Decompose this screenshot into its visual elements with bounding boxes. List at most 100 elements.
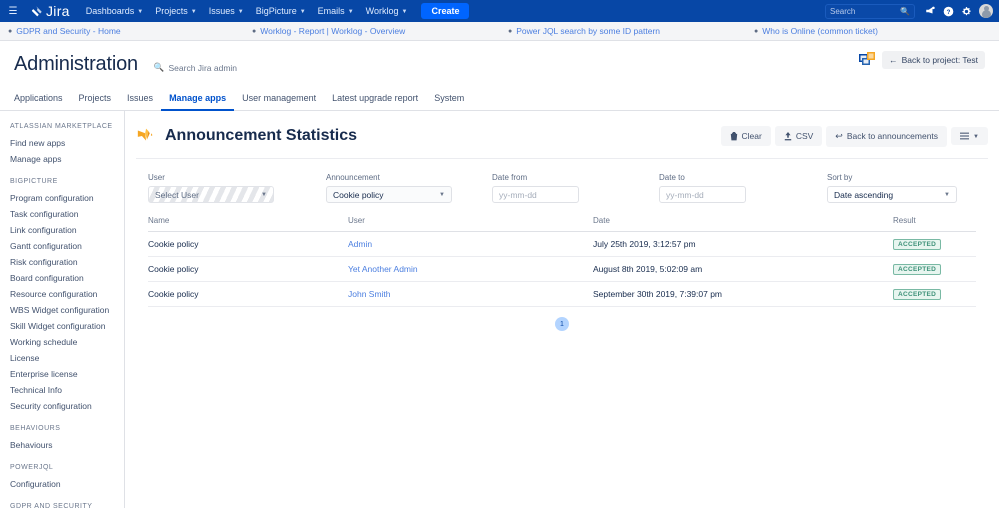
sidebar-group-title: GDPR AND SECURITY [10, 503, 93, 508]
global-search-placeholder: Search [830, 6, 856, 16]
cell-name: Cookie policy [148, 281, 348, 307]
nav-item-issues[interactable]: Issues ▼ [203, 0, 250, 22]
table-header-row: Name User Date Result [148, 216, 976, 232]
jira-logo[interactable]: Jira [30, 3, 70, 19]
chevron-down-icon: ▼ [401, 9, 408, 15]
tab-manage-apps[interactable]: Manage apps [161, 88, 235, 111]
sidebar-item-license[interactable]: License [10, 350, 124, 366]
tab-issues[interactable]: Issues [119, 88, 161, 111]
sidebar-item-board-configuration[interactable]: Board configuration [10, 270, 124, 286]
sidebar-item-skill-widget-configuration[interactable]: Skill Widget configuration [10, 318, 124, 334]
user-link[interactable]: John Smith [348, 289, 391, 299]
quick-link-gdpr-home[interactable]: ● GDPR and Security - Home [8, 26, 252, 36]
sidebar-item-risk-configuration[interactable]: Risk configuration [10, 254, 124, 270]
user-avatar[interactable] [979, 4, 993, 18]
admin-sidebar: ATLASSIAN MARKETPLACE Find new apps Mana… [0, 111, 125, 508]
administration-tabs: Applications Projects Issues Manage apps… [0, 88, 999, 111]
administration-title-row: Administration 🔍 Search Jira admin [14, 53, 985, 76]
sidebar-item-gantt-configuration[interactable]: Gantt configuration [10, 238, 124, 254]
filter-date-to-label: Date to [659, 173, 685, 182]
sort-by-select[interactable]: Date ascending ▼ [827, 186, 957, 203]
sidebar-item-configuration[interactable]: Configuration [10, 476, 124, 492]
clear-button[interactable]: Clear [720, 126, 771, 146]
tab-applications[interactable]: Applications [14, 88, 71, 111]
quick-link-label[interactable]: GDPR and Security - Home [16, 26, 120, 36]
admin-search-placeholder: Search Jira admin [168, 62, 238, 73]
quick-links-bar: ● GDPR and Security - Home ● Worklog - R… [0, 22, 999, 41]
tab-latest-upgrade-report[interactable]: Latest upgrade report [324, 88, 426, 111]
sidebar-item-program-configuration[interactable]: Program configuration [10, 190, 124, 206]
tab-user-management[interactable]: User management [234, 88, 324, 111]
statistics-table: Name User Date Result Cookie policy Admi… [148, 216, 976, 307]
cell-date: July 25th 2019, 3:12:57 pm [593, 231, 893, 257]
sidebar-item-enterprise-license[interactable]: Enterprise license [10, 366, 124, 382]
quick-link-who-is-online[interactable]: ● Who is Online (common ticket) [754, 26, 878, 36]
sidebar-item-link-configuration[interactable]: Link configuration [10, 222, 124, 238]
nav-item-emails[interactable]: Emails ▼ [312, 0, 360, 22]
tab-system[interactable]: System [426, 88, 472, 111]
user-link[interactable]: Admin [348, 239, 372, 249]
admin-search-input[interactable]: 🔍 Search Jira admin [154, 62, 237, 73]
panel-menu-button[interactable]: ▼ [951, 127, 988, 145]
sidebar-group-title: BIGPICTURE [10, 178, 58, 185]
sidebar-item-technical-info[interactable]: Technical Info [10, 382, 124, 398]
nav-item-bigpicture[interactable]: BigPicture ▼ [250, 0, 312, 22]
quick-link-label[interactable]: Who is Online (common ticket) [762, 26, 878, 36]
pagination-page-1[interactable]: 1 [555, 317, 569, 331]
sidebar-group-title: BEHAVIOURS [10, 425, 61, 432]
announcement-select[interactable]: Cookie policy ▼ [326, 186, 452, 203]
filter-date-from-label: Date from [492, 173, 528, 182]
date-to-placeholder: yy-mm-dd [666, 189, 704, 200]
sidebar-group-title: POWERJQL [10, 464, 54, 471]
quick-link-worklog-report[interactable]: ● Worklog - Report | Worklog - Overview [252, 26, 508, 36]
top-nav-right-group: Search 🔍 ? [825, 2, 993, 20]
statistics-table-wrapper: Name User Date Result Cookie policy Admi… [136, 203, 988, 331]
filter-spacer [746, 173, 827, 203]
create-button[interactable]: Create [421, 3, 470, 19]
cell-user: Yet Another Admin [348, 256, 593, 282]
bullet-icon: ● [8, 27, 13, 35]
sidebar-item-task-configuration[interactable]: Task configuration [10, 206, 124, 222]
sidebar-item-manage-apps[interactable]: Manage apps [10, 151, 124, 167]
sidebar-item-working-schedule[interactable]: Working schedule [10, 334, 124, 350]
nav-item-dashboards[interactable]: Dashboards ▼ [80, 0, 149, 22]
project-shortcut-icon[interactable] [859, 52, 877, 68]
user-link[interactable]: Yet Another Admin [348, 264, 418, 274]
filter-user-label: User [148, 173, 165, 182]
back-to-project-button[interactable]: ← Back to project: Test [882, 51, 985, 69]
hamburger-icon[interactable]: ☰ [4, 2, 22, 20]
nav-item-label: Emails [317, 6, 345, 16]
sidebar-item-security-configuration[interactable]: Security configuration [10, 398, 124, 414]
settings-gear-icon[interactable] [957, 2, 975, 20]
sidebar-item-wbs-widget-configuration[interactable]: WBS Widget configuration [10, 302, 124, 318]
quick-link-label[interactable]: Worklog - Report | Worklog - Overview [260, 26, 405, 36]
sort-by-value: Date ascending [834, 189, 894, 200]
nav-item-projects[interactable]: Projects ▼ [149, 0, 202, 22]
chevron-down-icon: ▼ [944, 191, 950, 198]
date-from-input[interactable]: yy-mm-dd [492, 186, 579, 203]
date-to-input[interactable]: yy-mm-dd [659, 186, 746, 203]
filter-date-from: Date from yy-mm-dd [492, 173, 579, 203]
svg-text:?: ? [946, 8, 950, 15]
clear-label: Clear [741, 131, 762, 141]
nav-item-label: BigPicture [255, 6, 297, 16]
nav-item-worklog[interactable]: Worklog ▼ [360, 0, 414, 22]
search-icon: 🔍 [900, 6, 910, 16]
help-icon[interactable]: ? [939, 2, 957, 20]
tab-projects[interactable]: Projects [71, 88, 120, 111]
sidebar-item-behaviours[interactable]: Behaviours [10, 437, 124, 453]
filter-spacer [452, 173, 492, 203]
csv-export-button[interactable]: CSV [774, 126, 823, 146]
quick-link-label[interactable]: Power JQL search by some ID pattern [516, 26, 660, 36]
notifications-icon[interactable] [921, 2, 939, 20]
quick-link-power-jql[interactable]: ● Power JQL search by some ID pattern [508, 26, 754, 36]
sidebar-item-resource-configuration[interactable]: Resource configuration [10, 286, 124, 302]
back-to-announcements-button[interactable]: ↩ Back to announcements [826, 125, 948, 147]
sidebar-item-find-new-apps[interactable]: Find new apps [10, 135, 124, 151]
global-search-input[interactable]: Search 🔍 [825, 3, 915, 19]
sidebar-group-gdpr-and-security: GDPR AND SECURITY Home [10, 503, 124, 508]
announcement-icon [137, 128, 153, 141]
user-select[interactable]: Select User ▼ [148, 186, 274, 203]
table-row: Cookie policy Yet Another Admin August 8… [148, 256, 976, 282]
table-head: Name User Date Result [148, 216, 976, 232]
